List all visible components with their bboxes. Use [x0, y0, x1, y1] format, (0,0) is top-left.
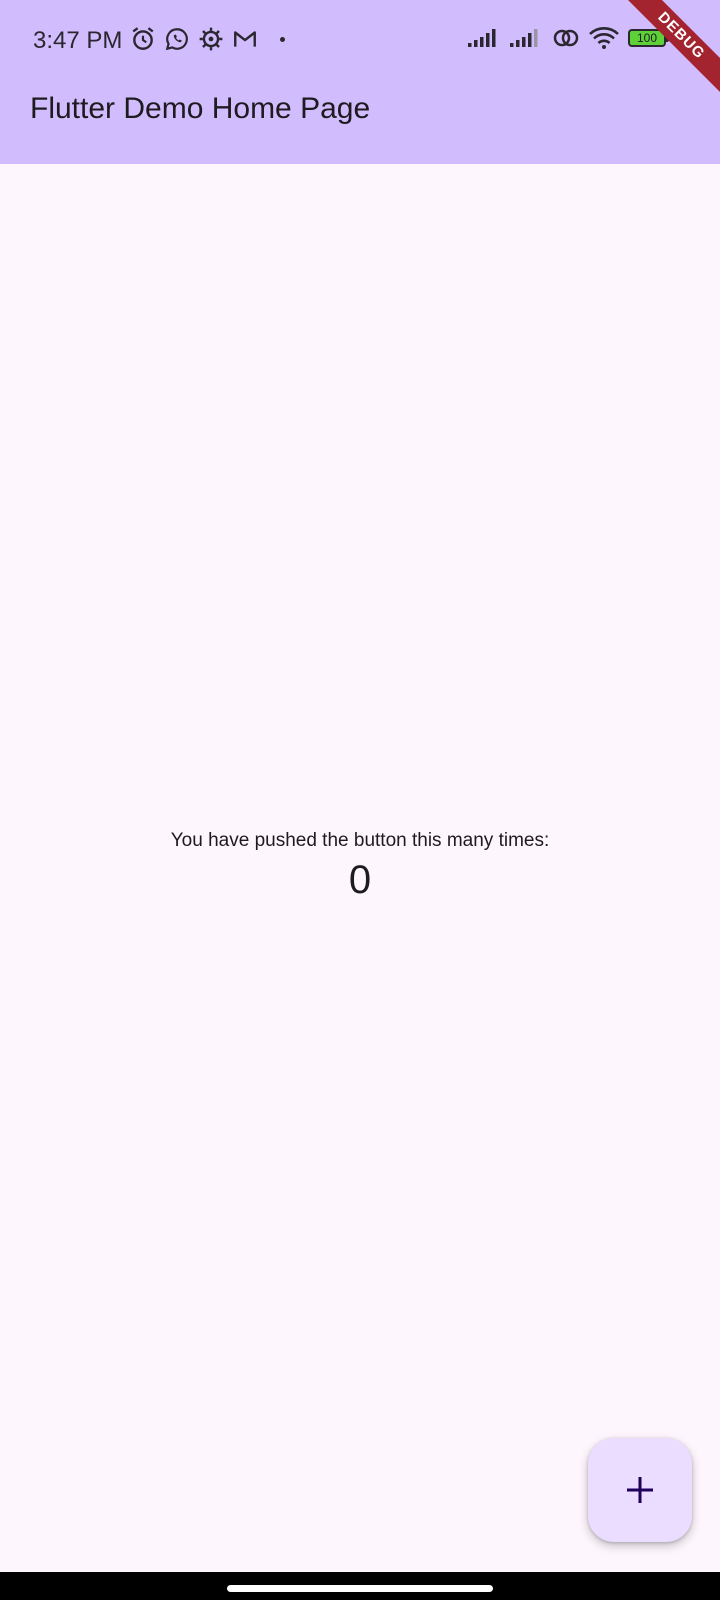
signal-icon	[468, 29, 496, 47]
home-indicator[interactable]	[227, 1585, 493, 1592]
wifi-icon	[589, 27, 619, 49]
gmail-icon	[234, 31, 256, 47]
increment-fab-button[interactable]	[588, 1438, 692, 1542]
system-nav-bar	[0, 1572, 720, 1600]
counter-value: 0	[348, 858, 372, 902]
main-content: You have pushed the button this many tim…	[0, 164, 720, 1386]
whatsapp-icon	[165, 28, 188, 51]
app-bar: 3:47 PM 100 Flutter Demo Home Page	[0, 0, 720, 164]
status-icons-right: 100	[468, 26, 669, 50]
counter-label: You have pushed the button this many tim…	[170, 830, 550, 851]
hotspot-icon	[553, 29, 579, 47]
status-bar: 3:47 PM 100	[0, 0, 720, 84]
signal-icon	[510, 29, 538, 47]
add-icon	[627, 1477, 653, 1503]
app-bar-title: Flutter Demo Home Page	[30, 92, 371, 125]
alarm-icon	[132, 27, 154, 50]
settings-icon	[199, 27, 223, 51]
status-icons-left	[130, 26, 285, 52]
notification-dot	[280, 36, 285, 42]
status-time: 3:47 PM	[33, 27, 123, 54]
